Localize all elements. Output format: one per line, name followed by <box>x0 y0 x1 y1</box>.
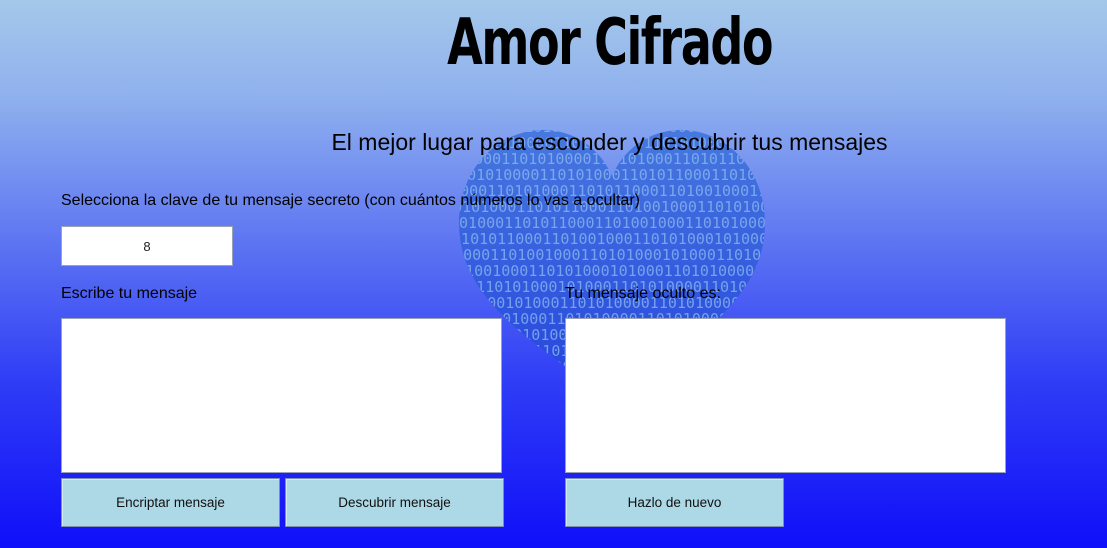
message-label: Escribe tu mensaje <box>61 285 198 302</box>
hidden-message-label: Tu mensaje oculto es: <box>565 285 721 302</box>
message-input[interactable] <box>61 318 502 473</box>
key-label: Selecciona la clave de tu mensaje secret… <box>61 192 640 209</box>
encrypt-button[interactable]: Encriptar mensaje <box>61 478 280 527</box>
key-input[interactable] <box>61 226 233 266</box>
reset-button[interactable]: Hazlo de nuevo <box>565 478 784 527</box>
hidden-message-output[interactable] <box>565 318 1006 473</box>
page-subtitle: El mejor lugar para esconder y descubrir… <box>331 129 888 155</box>
page-title: Amor Cifrado <box>447 6 773 80</box>
decrypt-button[interactable]: Descubrir mensaje <box>285 478 504 527</box>
